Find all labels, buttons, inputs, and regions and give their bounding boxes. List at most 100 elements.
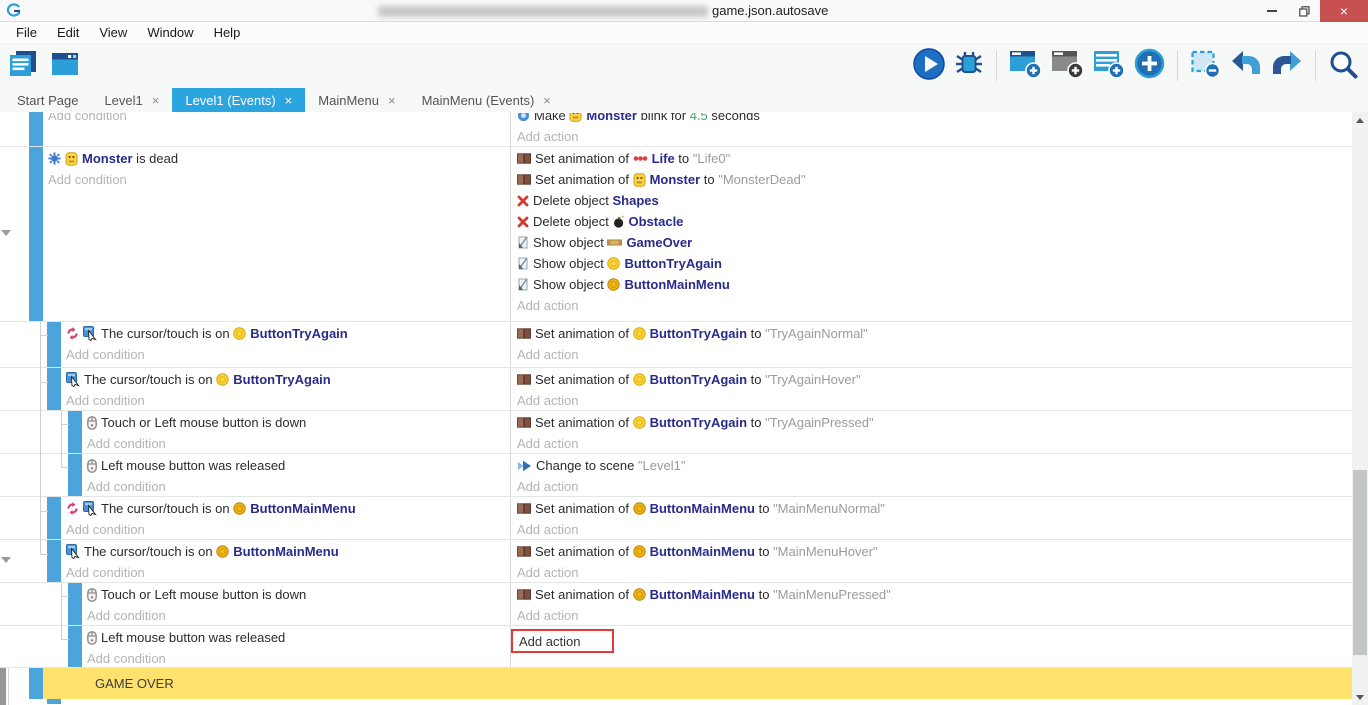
condition[interactable]: The cursor/touch is on ButtonMainMenu [66, 541, 506, 562]
add-action-button[interactable]: Add action [517, 344, 1352, 365]
menu-item-help[interactable]: Help [204, 25, 251, 40]
action[interactable]: Show object ButtonTryAgain [517, 253, 1352, 274]
action[interactable]: Set animation of ButtonMainMenu to "Main… [517, 498, 1352, 519]
undo-button[interactable] [1230, 50, 1262, 83]
add-action-button[interactable]: Add action [517, 126, 1352, 147]
event-handle[interactable] [47, 497, 61, 539]
menu-item-edit[interactable]: Edit [47, 25, 89, 40]
conditions-cell[interactable]: Left mouse button was releasedAdd condit… [87, 626, 511, 667]
condition[interactable]: Left mouse button was released [87, 455, 506, 476]
close-button[interactable]: × [1320, 0, 1368, 22]
action[interactable]: Show object ButtonMainMenu [517, 274, 1352, 295]
conditions-cell[interactable]: The cursor/touch is on ButtonTryAgainAdd… [66, 322, 511, 367]
add-condition-button[interactable]: Add condition [66, 562, 506, 583]
add-action-button[interactable]: Add action [517, 476, 1352, 497]
add-action-button-highlighted[interactable]: Add action [517, 627, 1352, 653]
condition[interactable]: The cursor/touch is on ButtonTryAgain [66, 323, 506, 344]
actions-cell[interactable]: Set animation of Life to "Life0"Set anim… [511, 147, 1352, 321]
search-button[interactable] [1328, 49, 1358, 84]
add-condition-button[interactable]: Add condition [87, 433, 506, 454]
menu-item-file[interactable]: File [6, 25, 47, 40]
tab-close-icon[interactable]: × [285, 93, 293, 108]
action[interactable]: Change to scene "Level1" [517, 455, 1352, 476]
condition[interactable]: The cursor/touch is on ButtonTryAgain [66, 369, 506, 390]
action[interactable]: Delete object Shapes [517, 190, 1352, 211]
menu-item-window[interactable]: Window [137, 25, 203, 40]
menu-item-view[interactable]: View [89, 25, 137, 40]
event-handle[interactable] [29, 668, 43, 699]
delete-event-button[interactable] [1190, 49, 1221, 84]
scrollbar-thumb[interactable] [1353, 470, 1367, 655]
action[interactable]: Set animation of Monster to "MonsterDead… [517, 169, 1352, 190]
add-condition-button[interactable]: Add condition [66, 519, 506, 540]
actions-cell[interactable]: Set animation of ButtonMainMenu to "Main… [511, 540, 1352, 582]
action[interactable]: Set animation of ButtonTryAgain to "TryA… [517, 412, 1352, 433]
event-handle[interactable] [47, 368, 61, 410]
add-action-button[interactable]: Add action [517, 390, 1352, 411]
add-circle-button[interactable] [1134, 48, 1165, 84]
add-condition-button[interactable]: Add condition [66, 344, 506, 365]
redo-button[interactable] [1271, 50, 1303, 83]
scene-editor-button[interactable] [50, 50, 80, 83]
add-condition-button[interactable]: Add condition [48, 169, 506, 190]
add-condition-button[interactable]: Add condition [66, 390, 506, 411]
add-comment-button[interactable] [1093, 49, 1125, 84]
action[interactable]: Set animation of ButtonTryAgain to "TryA… [517, 369, 1352, 390]
comment-text[interactable]: GAME OVER [43, 668, 1352, 699]
tab-level1-events-[interactable]: Level1 (Events)× [172, 88, 305, 112]
event-handle[interactable] [29, 147, 43, 321]
conditions-cell[interactable]: The cursor/touch is on ButtonTryAgainAdd… [66, 368, 511, 410]
minimize-button[interactable] [1256, 0, 1288, 22]
condition[interactable]: Touch or Left mouse button is down [87, 584, 506, 605]
tab-close-icon[interactable]: × [388, 93, 396, 108]
actions-cell[interactable]: Make Monster blink for 4.5 secondsAdd ac… [511, 112, 1352, 146]
event-handle[interactable] [47, 540, 61, 582]
comment-row[interactable]: GAME OVER [0, 668, 1352, 699]
action[interactable]: Set animation of ButtonMainMenu to "Main… [517, 584, 1352, 605]
condition[interactable]: Touch or Left mouse button is down [87, 412, 506, 433]
conditions-cell[interactable]: The cursor/touch is on ButtonMainMenuAdd… [66, 497, 511, 539]
tab-level1[interactable]: Level1× [91, 88, 172, 112]
tab-mainmenu-events-[interactable]: MainMenu (Events)× [409, 88, 564, 112]
tab-start-page[interactable]: Start Page [4, 88, 91, 112]
event-handle[interactable] [29, 112, 43, 146]
conditions-cell[interactable]: Left mouse button was releasedAdd condit… [87, 454, 511, 496]
add-action-button[interactable]: Add action [517, 433, 1352, 454]
action[interactable]: Make Monster blink for 4.5 seconds [517, 113, 1352, 126]
collapse-arrow-icon[interactable] [1, 557, 11, 563]
scroll-down-icon[interactable] [1352, 689, 1368, 705]
event-handle[interactable] [47, 322, 61, 367]
action[interactable]: Show object GameOver [517, 232, 1352, 253]
actions-cell[interactable]: Add action [511, 626, 1352, 667]
conditions-cell[interactable]: Touch or Left mouse button is downAdd co… [87, 411, 511, 453]
actions-cell[interactable]: Set animation of ButtonMainMenu to "Main… [511, 497, 1352, 539]
conditions-cell[interactable]: Monster is deadAdd condition [48, 147, 511, 321]
condition[interactable]: Left mouse button was released [87, 627, 506, 648]
scroll-up-icon[interactable] [1352, 112, 1368, 128]
tab-mainmenu[interactable]: MainMenu× [305, 88, 408, 112]
add-subevent-button[interactable] [1051, 49, 1084, 84]
condition[interactable]: Monster is dead [48, 148, 506, 169]
collapse-arrow-icon[interactable] [1, 230, 11, 236]
vertical-scrollbar[interactable] [1352, 112, 1368, 705]
action[interactable]: Set animation of ButtonMainMenu to "Main… [517, 541, 1352, 562]
action[interactable]: Set animation of Life to "Life0" [517, 148, 1352, 169]
event-handle[interactable] [68, 626, 82, 667]
debug-button[interactable] [954, 49, 984, 84]
add-action-button[interactable]: Add action [517, 295, 1352, 316]
actions-cell[interactable]: Change to scene "Level1"Add action [511, 454, 1352, 496]
actions-cell[interactable]: Set animation of ButtonTryAgain to "TryA… [511, 368, 1352, 410]
conditions-cell[interactable]: Touch or Left mouse button is downAdd co… [87, 583, 511, 625]
event-handle[interactable] [47, 699, 61, 704]
play-button[interactable] [913, 48, 945, 85]
action[interactable]: Set animation of ButtonTryAgain to "TryA… [517, 323, 1352, 344]
actions-cell[interactable]: Set animation of ButtonMainMenu to "Main… [511, 583, 1352, 625]
restore-button[interactable] [1288, 0, 1320, 22]
event-handle[interactable] [68, 411, 82, 453]
tab-close-icon[interactable]: × [152, 93, 160, 108]
project-manager-button[interactable] [8, 50, 40, 83]
add-condition-button[interactable]: Add condition [87, 605, 506, 626]
actions-cell[interactable]: Set animation of ButtonTryAgain to "TryA… [511, 322, 1352, 367]
conditions-cell[interactable]: Add condition [48, 112, 511, 146]
action[interactable]: Delete object Obstacle [517, 211, 1352, 232]
